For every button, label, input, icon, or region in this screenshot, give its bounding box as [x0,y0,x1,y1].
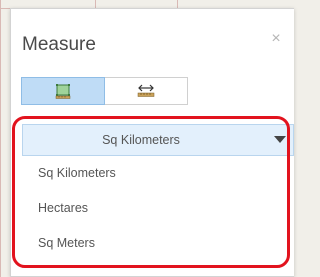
unit-options-list: Sq Kilometers Hectares Sq Meters [22,156,294,261]
distance-tool-button[interactable] [105,77,188,105]
unit-option-sq-kilometers[interactable]: Sq Kilometers [22,156,294,191]
chevron-down-icon [274,136,286,143]
unit-dropdown-value: Sq Kilometers [102,133,180,147]
measure-tool-bar [21,77,188,105]
unit-option-hectares[interactable]: Hectares [22,191,294,226]
unit-option-sq-meters[interactable]: Sq Meters [22,226,294,261]
unit-dropdown[interactable]: Sq Kilometers [22,124,294,156]
widget-title: Measure [22,34,96,55]
area-measure-icon [55,84,71,99]
close-icon[interactable]: × [266,29,286,49]
map-road-line [177,0,178,8]
distance-measure-icon [137,84,155,97]
area-tool-button[interactable] [21,77,105,105]
map-road-line [95,0,96,8]
map-road-line [0,0,1,277]
